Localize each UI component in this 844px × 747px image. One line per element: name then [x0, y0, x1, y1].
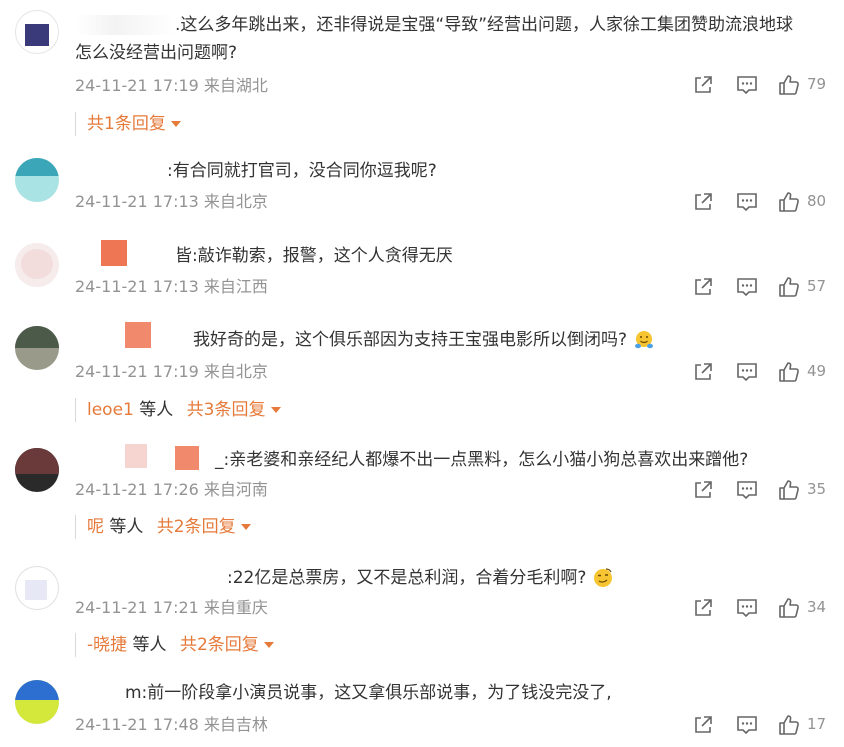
comment-item: m:前一阶段拿小演员说事，这又拿俱乐部说事，为了钱没完没了, 24-11-21 … — [0, 676, 844, 747]
action-bar: 79 — [692, 74, 832, 98]
share-icon[interactable] — [692, 361, 714, 383]
comment-item: _:亲老婆和亲经纪人都爆不出一点黑料，怎么小猫小狗总喜欢出来蹭他? 24-11-… — [0, 440, 844, 548]
censored-username — [75, 322, 193, 350]
share-icon[interactable] — [692, 597, 714, 619]
comment-meta: 24-11-21 17:21 来自重庆 — [75, 598, 268, 617]
hug-emoji-icon — [633, 329, 655, 351]
censored-username — [75, 15, 175, 35]
action-bar: 35 — [692, 479, 832, 503]
comment-item: :22亿是总票房，又不是总利润，合着分毛利啊? 24-11-21 17:21 来… — [0, 558, 844, 666]
comment-text-continued: 怎么没经营出问题啊? — [75, 43, 238, 63]
share-icon[interactable] — [692, 714, 714, 736]
comment-icon[interactable] — [736, 191, 758, 213]
avatar[interactable] — [15, 448, 59, 492]
action-bar: 57 — [692, 276, 832, 300]
like-icon[interactable] — [778, 191, 800, 213]
chevron-down-icon — [240, 524, 251, 530]
reply-summary: 呢 等人 共2条回复 — [75, 515, 251, 539]
like-icon[interactable] — [778, 361, 800, 383]
smirk-emoji-icon — [592, 567, 614, 589]
share-icon[interactable] — [692, 74, 714, 96]
share-icon[interactable] — [692, 191, 714, 213]
comment-text: 皆:敲诈勒索，报警，这个人贪得无厌 — [75, 240, 824, 269]
censored-username — [75, 161, 167, 181]
action-bar: 17 — [692, 714, 832, 738]
comment-icon[interactable] — [736, 714, 758, 736]
comment-item: 我好奇的是，这个俱乐部因为支持王宝强电影所以倒闭吗? 24-11-21 17:1… — [0, 318, 844, 428]
reply-others-label: 等人 — [132, 635, 167, 655]
reply-user-link[interactable]: 呢 — [87, 517, 104, 537]
censored-username — [75, 568, 227, 588]
action-bar: 80 — [692, 191, 832, 215]
like-count: 35 — [807, 480, 827, 498]
comment-text: .这么多年跳出来，还非得说是宝强“导致”经营出问题，人家徐工集团赞助流浪地球 — [75, 13, 824, 38]
like-count: 49 — [807, 362, 827, 380]
reply-summary: 共1条回复 — [75, 112, 181, 136]
comment-meta: 24-11-21 17:13 来自江西 — [75, 277, 268, 296]
avatar[interactable] — [15, 680, 59, 724]
chevron-down-icon — [263, 642, 274, 648]
comment-icon[interactable] — [736, 479, 758, 501]
comment-meta: 24-11-21 17:19 来自湖北 — [75, 76, 268, 95]
like-count: 79 — [807, 75, 827, 93]
comment-meta: 24-11-21 17:26 来自河南 — [75, 480, 268, 499]
comment-icon[interactable] — [736, 597, 758, 619]
like-count: 57 — [807, 277, 827, 295]
comment-meta: 24-11-21 17:48 来自吉林 — [75, 715, 268, 734]
avatar[interactable] — [15, 10, 59, 54]
reply-summary: leoe1 等人 共3条回复 — [75, 398, 281, 422]
view-replies-link[interactable]: 共1条回复 — [87, 114, 181, 134]
share-icon[interactable] — [692, 276, 714, 298]
action-bar: 49 — [692, 361, 832, 385]
comment-icon[interactable] — [736, 74, 758, 96]
comment-text: _:亲老婆和亲经纪人都爆不出一点黑料，怎么小猫小狗总喜欢出来蹭他? — [75, 444, 824, 473]
avatar[interactable] — [15, 243, 59, 287]
reply-user-link[interactable]: -晓捷 — [87, 635, 127, 655]
avatar[interactable] — [15, 566, 59, 610]
chevron-down-icon — [170, 121, 181, 127]
like-icon[interactable] — [778, 74, 800, 96]
view-replies-link[interactable]: 共2条回复 — [157, 517, 251, 537]
comment-icon[interactable] — [736, 276, 758, 298]
avatar[interactable] — [15, 326, 59, 370]
comment-text: m:前一阶段拿小演员说事，这又拿俱乐部说事，为了钱没完没了, — [75, 681, 824, 706]
comment-text: 我好奇的是，这个俱乐部因为支持王宝强电影所以倒闭吗? — [75, 322, 824, 353]
comment-item: .这么多年跳出来，还非得说是宝强“导致”经营出问题，人家徐工集团赞助流浪地球 怎… — [0, 0, 844, 145]
comment-item: 皆:敲诈勒索，报警，这个人贪得无厌 24-11-21 17:13 来自江西 57 — [0, 235, 844, 313]
comment-text: :有合同就打官司，没合同你逗我呢? — [75, 159, 824, 184]
comment-text: :22亿是总票房，又不是总利润，合着分毛利啊? — [75, 566, 824, 591]
reply-user-link[interactable]: leoe1 — [87, 400, 134, 420]
comment-meta: 24-11-21 17:13 来自北京 — [75, 192, 268, 211]
like-icon[interactable] — [778, 597, 800, 619]
share-icon[interactable] — [692, 479, 714, 501]
reply-summary: -晓捷 等人 共2条回复 — [75, 633, 274, 657]
like-count: 80 — [807, 192, 827, 210]
censored-username — [75, 683, 125, 703]
reply-others-label: 等人 — [139, 400, 174, 420]
view-replies-link[interactable]: 共3条回复 — [187, 400, 281, 420]
chevron-down-icon — [270, 407, 281, 413]
view-replies-link[interactable]: 共2条回复 — [180, 635, 274, 655]
like-count: 34 — [807, 598, 827, 616]
like-icon[interactable] — [778, 276, 800, 298]
censored-username — [75, 240, 175, 266]
reply-others-label: 等人 — [109, 517, 144, 537]
censored-username — [75, 444, 215, 470]
action-bar: 34 — [692, 597, 832, 621]
like-icon[interactable] — [778, 479, 800, 501]
comment-meta: 24-11-21 17:19 来自北京 — [75, 362, 268, 381]
like-icon[interactable] — [778, 714, 800, 736]
avatar[interactable] — [15, 158, 59, 202]
like-count: 17 — [807, 715, 827, 733]
comment-icon[interactable] — [736, 361, 758, 383]
comment-item: :有合同就打官司，没合同你逗我呢? 24-11-21 17:13 来自北京 80 — [0, 150, 844, 225]
